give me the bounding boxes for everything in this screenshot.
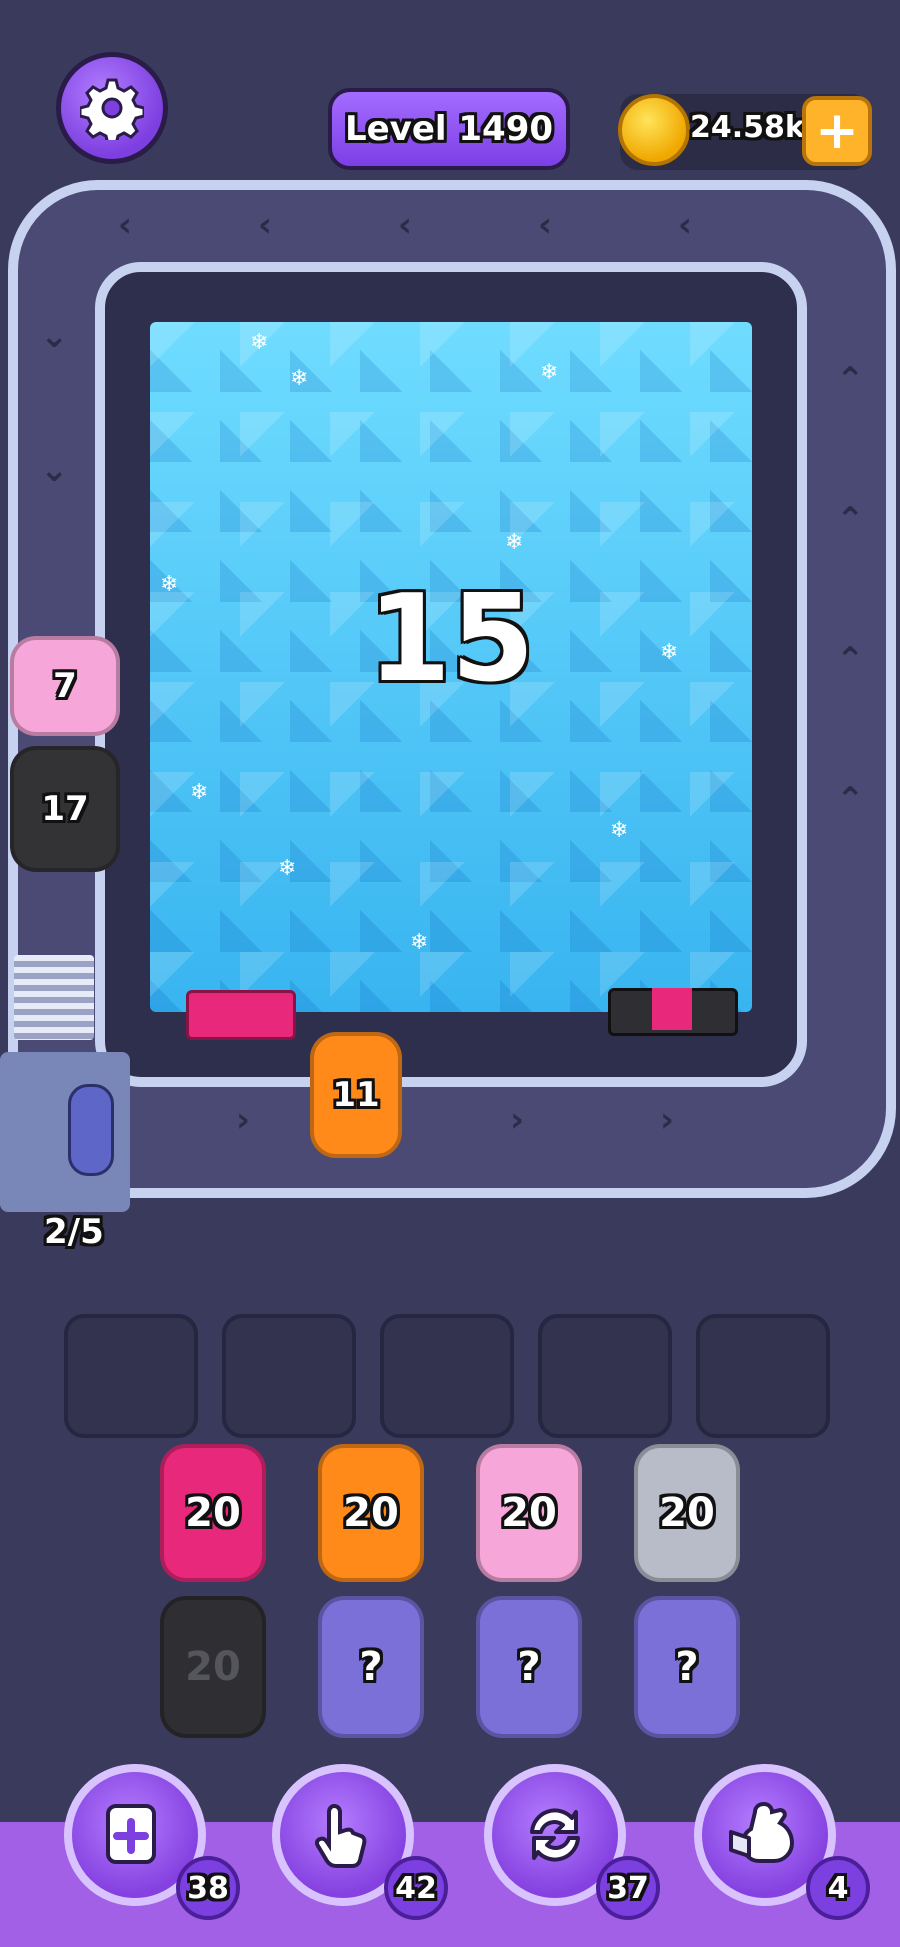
- track-gate: [14, 955, 94, 1040]
- snowflake-icon: ❄: [540, 360, 559, 385]
- add-slot-count: 38: [176, 1856, 240, 1920]
- hidden-creature: ?: [634, 1596, 740, 1738]
- dispenser-roller: [68, 1084, 114, 1176]
- buffer-slot[interactable]: [380, 1314, 514, 1438]
- plus-icon: +: [815, 101, 859, 161]
- track-creature-count: 11: [332, 1075, 380, 1115]
- hidden-creature: ?: [318, 1596, 424, 1738]
- creature-count: 20: [185, 1490, 241, 1536]
- track-arrow-icon: ⌄: [40, 450, 69, 490]
- track-arrow-icon: ‹: [678, 205, 693, 245]
- hidden-marker: ?: [675, 1644, 699, 1690]
- grid-creature[interactable]: 20: [634, 1444, 740, 1582]
- grid-creature[interactable]: 20: [160, 1444, 266, 1582]
- level-label: Level 1490: [344, 109, 554, 149]
- track-creature: 11: [310, 1032, 402, 1158]
- level-indicator: Level 1490: [328, 88, 570, 170]
- add-slot-icon: [106, 1804, 156, 1864]
- buffer-slot[interactable]: [538, 1314, 672, 1438]
- hidden-marker: ?: [359, 1644, 383, 1690]
- buffer-slot[interactable]: [696, 1314, 830, 1438]
- snowflake-icon: ❄: [290, 366, 309, 391]
- coin-icon: [618, 94, 690, 166]
- grid-creature[interactable]: 20: [476, 1444, 582, 1582]
- track-arrow-icon: ›: [236, 1100, 251, 1140]
- buy-coins-button[interactable]: +: [802, 96, 872, 166]
- tap-hand-count: 42: [384, 1856, 448, 1920]
- buffer-slot[interactable]: [222, 1314, 356, 1438]
- gear-icon: [80, 78, 144, 140]
- ice-counter: 15: [367, 570, 535, 709]
- snowflake-icon: ❄: [278, 856, 297, 881]
- buffer-slot[interactable]: [64, 1314, 198, 1438]
- vacuum-count: 4: [806, 1856, 870, 1920]
- shuffle-count: 37: [596, 1856, 660, 1920]
- track-arrow-icon: ‹: [118, 205, 133, 245]
- track-arrow-icon: ⌃: [836, 500, 865, 540]
- creature-count: 20: [501, 1490, 557, 1536]
- track-creature-count: 17: [41, 789, 89, 829]
- track-arrow-icon: ‹: [538, 205, 553, 245]
- creature-count: 20: [659, 1490, 715, 1536]
- track-arrow-icon: ›: [510, 1100, 525, 1140]
- track-arrow-icon: ⌃: [836, 780, 865, 820]
- settings-button[interactable]: [56, 52, 168, 164]
- pink-block-row: [186, 990, 296, 1040]
- coin-amount: 24.58k: [690, 110, 805, 145]
- snowflake-icon: ❄: [610, 818, 629, 843]
- hidden-creature: ?: [476, 1596, 582, 1738]
- track-creature-count: 7: [53, 666, 77, 706]
- hidden-marker: ?: [517, 1644, 541, 1690]
- grid-creature[interactable]: 20: [318, 1444, 424, 1582]
- track-arrow-icon: ‹: [398, 205, 413, 245]
- tap-hand-icon: [314, 1803, 367, 1868]
- track-creature: 17: [10, 746, 120, 872]
- track-arrow-icon: ⌃: [836, 640, 865, 680]
- snowflake-icon: ❄: [250, 330, 269, 355]
- snowflake-icon: ❄: [505, 530, 524, 555]
- pink-block: [652, 988, 692, 1030]
- track-creature: 7: [10, 636, 120, 736]
- track-arrow-icon: ⌃: [836, 360, 865, 400]
- track-arrow-icon: ⌄: [40, 316, 69, 356]
- vacuum-icon: [729, 1801, 795, 1863]
- shuffle-icon: [530, 1808, 580, 1862]
- snowflake-icon: ❄: [190, 780, 209, 805]
- queue-counter: 2/5: [44, 1212, 104, 1252]
- track-arrow-icon: ›: [660, 1100, 675, 1140]
- grid-creature: 20: [160, 1596, 266, 1738]
- creature-count: 20: [343, 1490, 399, 1536]
- track-arrow-icon: ‹: [258, 205, 273, 245]
- creature-count: 20: [185, 1644, 241, 1690]
- snowflake-icon: ❄: [410, 930, 429, 955]
